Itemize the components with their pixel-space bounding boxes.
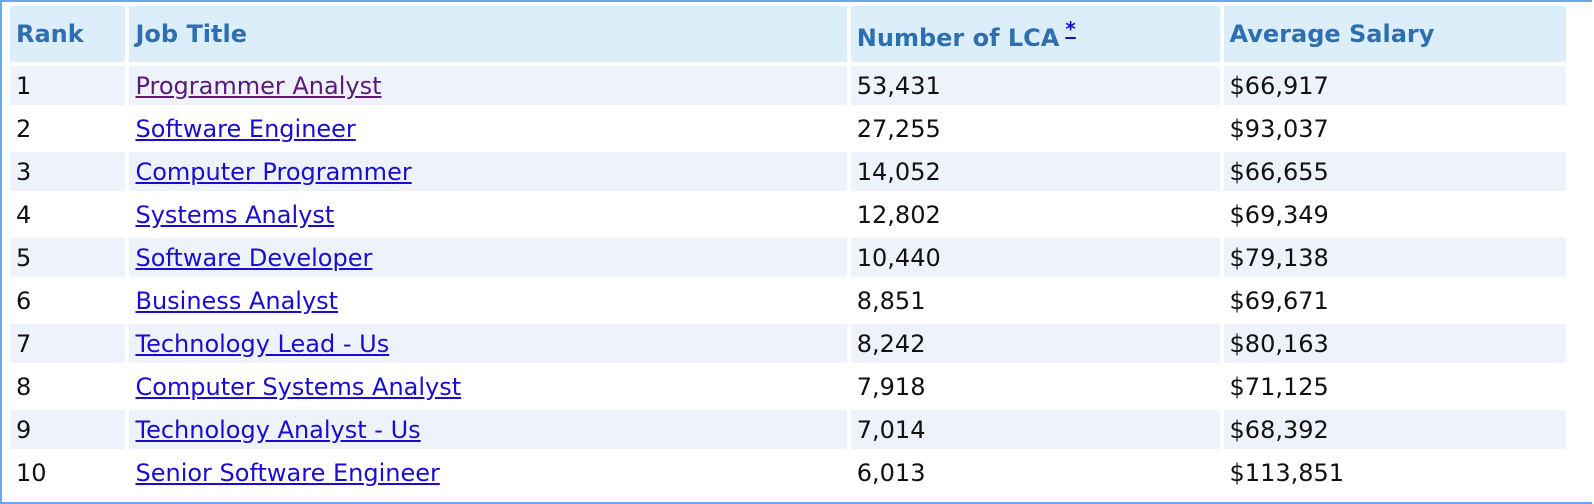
job-title-link[interactable]: Technology Lead - Us (135, 330, 389, 358)
job-title-link[interactable]: Programmer Analyst (135, 72, 381, 100)
job-title-cell: Computer Systems Analyst (129, 367, 847, 406)
rank-cell: 3 (10, 152, 126, 191)
average-salary-cell: $69,671 (1223, 281, 1566, 320)
table-row: 9 Technology Analyst - Us 7,014 $68,392 (10, 410, 1566, 449)
rank-cell: 8 (10, 367, 126, 406)
lca-count-cell: 7,918 (850, 367, 1220, 406)
job-title-link[interactable]: Systems Analyst (135, 201, 334, 229)
table-row: 8 Computer Systems Analyst 7,918 $71,125 (10, 367, 1566, 406)
rank-cell: 7 (10, 324, 126, 363)
rank-cell: 10 (10, 453, 126, 492)
job-title-cell: Business Analyst (129, 281, 847, 320)
lca-count-cell: 10,440 (850, 238, 1220, 277)
header-average-salary: Average Salary (1223, 6, 1566, 62)
job-ranking-table: Rank Job Title Number of LCA * Average Sa… (6, 2, 1570, 496)
lca-count-cell: 12,802 (850, 195, 1220, 234)
table-row: 5 Software Developer 10,440 $79,138 (10, 238, 1566, 277)
average-salary-cell: $79,138 (1223, 238, 1566, 277)
table-row: 7 Technology Lead - Us 8,242 $80,163 (10, 324, 1566, 363)
table-row: 2 Software Engineer 27,255 $93,037 (10, 109, 1566, 148)
table-row: 1 Programmer Analyst 53,431 $66,917 (10, 66, 1566, 105)
rank-cell: 5 (10, 238, 126, 277)
job-title-link[interactable]: Business Analyst (135, 287, 338, 315)
lca-count-cell: 6,013 (850, 453, 1220, 492)
job-title-link[interactable]: Software Engineer (135, 115, 355, 143)
lca-count-cell: 7,014 (850, 410, 1220, 449)
average-salary-cell: $93,037 (1223, 109, 1566, 148)
average-salary-cell: $71,125 (1223, 367, 1566, 406)
rank-cell: 4 (10, 195, 126, 234)
average-salary-cell: $68,392 (1223, 410, 1566, 449)
job-title-link[interactable]: Computer Systems Analyst (135, 373, 461, 401)
lca-count-cell: 53,431 (850, 66, 1220, 105)
rank-cell: 1 (10, 66, 126, 105)
rank-cell: 9 (10, 410, 126, 449)
job-title-cell: Systems Analyst (129, 195, 847, 234)
job-ranking-table-container: Rank Job Title Number of LCA * Average Sa… (0, 0, 1592, 504)
average-salary-cell: $113,851 (1223, 453, 1566, 492)
job-title-link[interactable]: Software Developer (135, 244, 372, 272)
header-number-of-lca-label: Number of LCA (856, 23, 1060, 52)
job-title-cell: Programmer Analyst (129, 66, 847, 105)
lca-count-cell: 8,851 (850, 281, 1220, 320)
job-title-link[interactable]: Senior Software Engineer (135, 459, 439, 487)
header-number-of-lca: Number of LCA * (850, 6, 1220, 62)
lca-count-cell: 14,052 (850, 152, 1220, 191)
rank-cell: 2 (10, 109, 126, 148)
average-salary-cell: $66,655 (1223, 152, 1566, 191)
table-row: 4 Systems Analyst 12,802 $69,349 (10, 195, 1566, 234)
average-salary-cell: $66,917 (1223, 66, 1566, 105)
average-salary-cell: $69,349 (1223, 195, 1566, 234)
header-job-title: Job Title (129, 6, 847, 62)
footnote-link[interactable]: * (1065, 17, 1075, 41)
job-title-cell: Software Engineer (129, 109, 847, 148)
job-title-cell: Technology Analyst - Us (129, 410, 847, 449)
job-title-cell: Technology Lead - Us (129, 324, 847, 363)
job-title-link[interactable]: Technology Analyst - Us (135, 416, 420, 444)
rank-cell: 6 (10, 281, 126, 320)
table-row: 3 Computer Programmer 14,052 $66,655 (10, 152, 1566, 191)
table-header-row: Rank Job Title Number of LCA * Average Sa… (10, 6, 1566, 62)
lca-count-cell: 27,255 (850, 109, 1220, 148)
header-rank: Rank (10, 6, 126, 62)
job-title-cell: Senior Software Engineer (129, 453, 847, 492)
table-row: 10 Senior Software Engineer 6,013 $113,8… (10, 453, 1566, 492)
lca-count-cell: 8,242 (850, 324, 1220, 363)
table-body: 1 Programmer Analyst 53,431 $66,917 2 So… (10, 66, 1566, 492)
job-title-link[interactable]: Computer Programmer (135, 158, 411, 186)
job-title-cell: Computer Programmer (129, 152, 847, 191)
table-row: 6 Business Analyst 8,851 $69,671 (10, 281, 1566, 320)
average-salary-cell: $80,163 (1223, 324, 1566, 363)
job-title-cell: Software Developer (129, 238, 847, 277)
